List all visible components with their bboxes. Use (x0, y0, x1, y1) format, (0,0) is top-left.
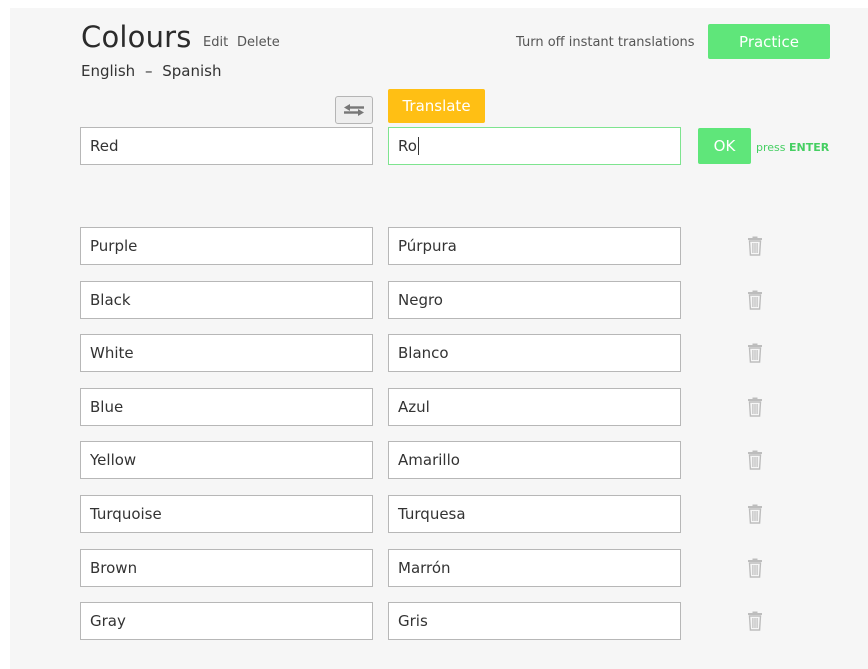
language-separator: – (144, 62, 153, 80)
word-source-value: Black (90, 291, 131, 309)
word-target-value: Marrón (398, 559, 451, 577)
word-target-value: Negro (398, 291, 443, 309)
text-cursor (417, 137, 419, 155)
word-source-field[interactable]: Yellow (80, 441, 373, 479)
word-source-value: Turquoise (90, 505, 162, 523)
word-source-field[interactable]: Blue (80, 388, 373, 426)
target-language: Spanish (162, 62, 222, 80)
word-target-field[interactable]: Azul (388, 388, 681, 426)
word-target-field[interactable]: Marrón (388, 549, 681, 587)
trash-icon[interactable] (747, 504, 763, 524)
new-source-word-value: Red (90, 137, 119, 155)
word-target-field[interactable]: Turquesa (388, 495, 681, 533)
new-source-word-input[interactable]: Red (80, 127, 373, 165)
hint-key: ENTER (789, 141, 830, 154)
word-source-field[interactable]: Turquoise (80, 495, 373, 533)
language-pair: English – Spanish (81, 62, 221, 80)
edit-link[interactable]: Edit (203, 35, 228, 50)
word-target-value: Azul (398, 398, 430, 416)
hint-prefix: press (756, 141, 786, 154)
word-source-value: White (90, 344, 134, 362)
trash-icon[interactable] (747, 450, 763, 470)
practice-button[interactable]: Practice (708, 24, 830, 59)
trash-icon[interactable] (747, 611, 763, 631)
word-target-value: Blanco (398, 344, 449, 362)
word-source-value: Purple (90, 237, 138, 255)
ok-button[interactable]: OK (698, 128, 751, 164)
word-target-field[interactable]: Púrpura (388, 227, 681, 265)
swap-arrows-icon (344, 104, 364, 116)
word-target-field[interactable]: Gris (388, 602, 681, 640)
new-target-word-value: Ro (398, 137, 417, 155)
delete-list-link[interactable]: Delete (237, 35, 280, 50)
source-language: English (81, 62, 136, 80)
trash-icon[interactable] (747, 558, 763, 578)
word-source-value: Brown (90, 559, 138, 577)
translate-button[interactable]: Translate (388, 89, 485, 123)
word-target-field[interactable]: Negro (388, 281, 681, 319)
word-source-field[interactable]: Black (80, 281, 373, 319)
trash-icon[interactable] (747, 397, 763, 417)
word-source-field[interactable]: White (80, 334, 373, 372)
word-source-value: Yellow (90, 451, 137, 469)
enter-hint: press ENTER (756, 141, 829, 154)
instant-translations-toggle[interactable]: Turn off instant translations (516, 35, 695, 50)
word-target-value: Gris (398, 612, 428, 630)
swap-languages-button[interactable] (335, 96, 373, 124)
word-target-value: Amarillo (398, 451, 460, 469)
word-source-field[interactable]: Purple (80, 227, 373, 265)
word-target-field[interactable]: Blanco (388, 334, 681, 372)
list-title: Colours (81, 20, 192, 54)
word-target-value: Púrpura (398, 237, 457, 255)
trash-icon[interactable] (747, 343, 763, 363)
new-target-word-input[interactable]: Ro (388, 127, 681, 165)
word-source-value: Gray (90, 612, 126, 630)
trash-icon[interactable] (747, 236, 763, 256)
word-source-value: Blue (90, 398, 124, 416)
word-target-value: Turquesa (398, 505, 466, 523)
word-target-field[interactable]: Amarillo (388, 441, 681, 479)
word-source-field[interactable]: Brown (80, 549, 373, 587)
trash-icon[interactable] (747, 290, 763, 310)
word-source-field[interactable]: Gray (80, 602, 373, 640)
